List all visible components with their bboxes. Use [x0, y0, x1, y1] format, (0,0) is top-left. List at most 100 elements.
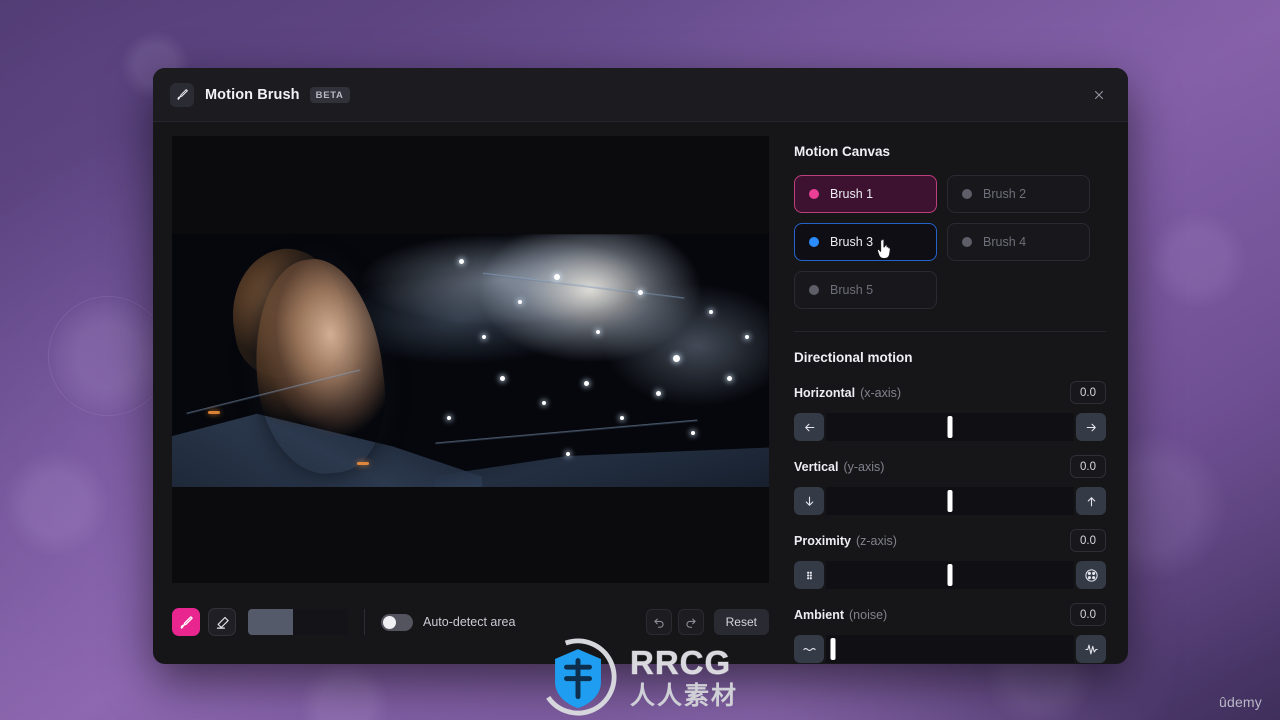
particle — [458, 259, 464, 265]
particle — [583, 380, 589, 386]
slider-thumb[interactable] — [830, 638, 836, 660]
slider-body — [794, 561, 1106, 589]
slider-axis: (z-axis) — [855, 533, 897, 548]
slider-header: Horizontal (x-axis) 0.0 — [794, 381, 1106, 404]
slider-name: Horizontal — [794, 385, 856, 400]
redo-icon[interactable] — [677, 609, 704, 635]
slider-axis: (noise) — [849, 607, 888, 622]
brush-card-3[interactable]: Brush 3 — [794, 223, 937, 261]
slider-track[interactable] — [826, 487, 1074, 515]
particle — [655, 390, 661, 396]
slider-row-vertical: Vertical (y-axis) 0.0 — [794, 455, 1106, 515]
canvas-toolbar: Auto-detect area Reset — [172, 599, 769, 645]
slider-axis: (y-axis) — [843, 459, 885, 474]
toggle-knob — [383, 615, 396, 629]
cockpit-indicator — [207, 411, 220, 415]
status-badge: BETA — [309, 86, 350, 103]
jagged-wave-icon[interactable] — [1076, 635, 1106, 663]
brush-label: Brush 5 — [830, 283, 874, 297]
arrow-left-icon[interactable] — [794, 413, 824, 441]
brush-size-slider[interactable] — [248, 609, 348, 635]
bokeh-circle — [48, 296, 168, 416]
window-body: Auto-detect area Reset Motion Canvas Bru… — [153, 122, 1128, 664]
panel-divider — [794, 331, 1106, 332]
brush-size-fill — [248, 609, 293, 635]
particle — [637, 289, 643, 295]
brush-icon — [170, 82, 194, 107]
slider-row-ambient: Ambient (noise) 0.0 — [794, 603, 1106, 663]
bokeh-circle — [1150, 212, 1246, 308]
cockpit-indicator — [357, 461, 370, 465]
brush-card-5[interactable]: Brush 5 — [794, 271, 937, 309]
particle — [446, 416, 451, 421]
video-frame[interactable] — [172, 234, 769, 487]
brush-card-1[interactable]: Brush 1 — [794, 175, 937, 213]
brush-grid: Brush 1 Brush 2 Brush 3 Brush 4 Brush 5 — [794, 175, 1106, 309]
motion-canvas-heading: Motion Canvas — [794, 144, 891, 159]
brush-label: Brush 4 — [983, 235, 1027, 249]
eraser-tool-button[interactable] — [208, 608, 236, 636]
slider-header: Ambient (noise) 0.0 — [794, 603, 1106, 626]
brush-label: Brush 1 — [830, 187, 874, 201]
brush-card-2[interactable]: Brush 2 — [947, 175, 1090, 213]
slider-body — [794, 635, 1106, 663]
brush-color-dot — [809, 285, 819, 295]
zoom-in-dots-icon[interactable] — [1076, 561, 1106, 589]
video-stage[interactable] — [172, 136, 769, 583]
window-title-bar: Motion Brush BETA — [153, 68, 1128, 122]
slider-body — [794, 413, 1106, 441]
history-controls: Reset — [645, 609, 769, 635]
rrcg-cn-label: 人人素材 — [630, 681, 739, 710]
brush-color-dot — [809, 237, 819, 247]
slider-value[interactable]: 0.0 — [1070, 381, 1106, 404]
slider-header: Proximity (z-axis) 0.0 — [794, 529, 1106, 552]
brush-color-dot — [962, 237, 972, 247]
slider-value[interactable]: 0.0 — [1070, 455, 1106, 478]
arrow-right-icon[interactable] — [1076, 413, 1106, 441]
arrow-down-icon[interactable] — [794, 487, 824, 515]
arrow-up-icon[interactable] — [1076, 487, 1106, 515]
slider-row-horizontal: Horizontal (x-axis) 0.0 — [794, 381, 1106, 441]
auto-detect-label: Auto-detect area — [423, 615, 516, 629]
slider-row-proximity: Proximity (z-axis) 0.0 — [794, 529, 1106, 589]
reset-button[interactable]: Reset — [713, 609, 769, 635]
particle — [619, 416, 624, 421]
udemy-watermark: ûdemy — [1218, 694, 1262, 710]
brush-label: Brush 3 — [830, 235, 874, 249]
bokeh-circle — [300, 660, 390, 720]
brush-color-dot — [809, 189, 819, 199]
bokeh-circle — [4, 452, 108, 556]
canvas-column: Auto-detect area Reset — [153, 122, 770, 664]
slider-name: Proximity — [794, 533, 851, 548]
slider-value[interactable]: 0.0 — [1070, 603, 1106, 626]
slider-header: Vertical (y-axis) 0.0 — [794, 455, 1106, 478]
zoom-out-dots-icon[interactable] — [794, 561, 824, 589]
particle — [595, 330, 600, 335]
slider-body — [794, 487, 1106, 515]
slider-name: Ambient — [794, 607, 844, 622]
motion-brush-window: Motion Brush BETA Auto-detect area Reset… — [153, 68, 1128, 664]
auto-detect-toggle[interactable] — [381, 613, 413, 631]
desktop-background: Motion Brush BETA Auto-detect area Reset… — [0, 0, 1280, 720]
slider-track[interactable] — [826, 413, 1074, 441]
slider-thumb[interactable] — [947, 564, 953, 586]
brush-color-dot — [962, 189, 972, 199]
slider-track[interactable] — [826, 561, 1074, 589]
page-title: Motion Brush — [205, 86, 300, 103]
slider-value[interactable]: 0.0 — [1070, 529, 1106, 552]
slider-thumb[interactable] — [947, 416, 953, 438]
slider-axis: (x-axis) — [860, 385, 902, 400]
undo-icon[interactable] — [645, 609, 672, 635]
brush-tool-button[interactable] — [172, 608, 200, 636]
brush-card-4[interactable]: Brush 4 — [947, 223, 1090, 261]
side-panel: Motion Canvas Brush 1 Brush 2 Brush 3 Br… — [770, 122, 1128, 664]
brush-label: Brush 2 — [983, 187, 1027, 201]
close-icon[interactable] — [1086, 82, 1112, 108]
directional-motion-heading: Directional motion — [794, 350, 913, 365]
toolbar-divider — [364, 609, 365, 635]
slider-track[interactable] — [826, 635, 1074, 663]
flat-wave-icon[interactable] — [794, 635, 824, 663]
particle — [727, 375, 733, 381]
particle — [566, 451, 571, 456]
slider-thumb[interactable] — [947, 490, 953, 512]
